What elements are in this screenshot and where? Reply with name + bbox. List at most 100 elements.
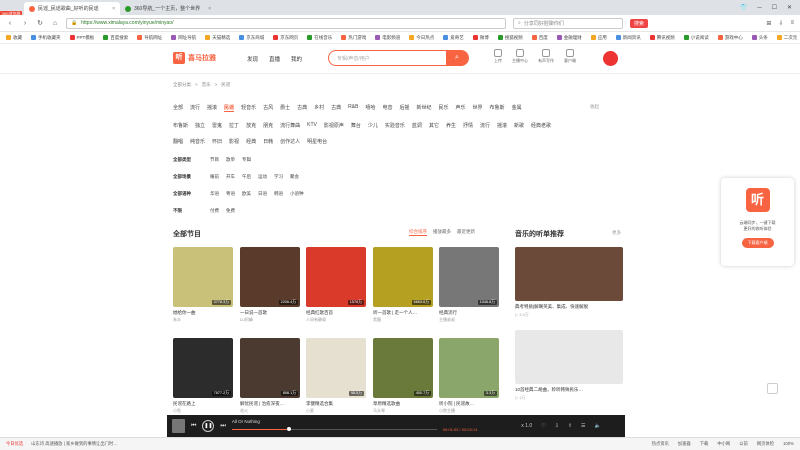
filter-label[interactable]: 全部场景 bbox=[173, 174, 203, 180]
category-item[interactable]: 民乐 bbox=[439, 104, 449, 112]
progress-handle[interactable] bbox=[287, 427, 292, 431]
album-author[interactable]: 小鱼 bbox=[173, 408, 233, 414]
bookmark-item[interactable]: 今日热点 bbox=[409, 35, 434, 41]
filter-option[interactable]: 睡前 bbox=[210, 174, 219, 180]
recommend-more-link[interactable]: 更多 bbox=[612, 230, 621, 236]
category-item[interactable]: 舞台 bbox=[351, 122, 361, 129]
recommend-cover[interactable] bbox=[515, 330, 623, 384]
filter-option[interactable]: 聚会 bbox=[290, 174, 299, 180]
collapse-link[interactable]: 收起 bbox=[590, 104, 599, 110]
filter-option[interactable]: 免费 bbox=[226, 208, 235, 214]
sort-tab[interactable]: 最近更新 bbox=[457, 229, 475, 236]
back-icon[interactable]: ‹ bbox=[6, 20, 14, 27]
filter-option[interactable]: 韩语 bbox=[274, 191, 283, 197]
bookmark-item[interactable]: 网址导航 bbox=[171, 35, 196, 41]
category-item[interactable]: 新世纪 bbox=[416, 104, 431, 112]
home-icon[interactable]: ⌂ bbox=[51, 20, 59, 27]
breadcrumb-item[interactable]: 音乐 bbox=[202, 82, 211, 88]
browser-search-input[interactable]: ⌕ 分享同好腔聊你们 bbox=[513, 17, 623, 29]
category-item[interactable]: 少儿 bbox=[368, 122, 378, 129]
category-item[interactable]: 流行舞曲 bbox=[280, 122, 300, 129]
album-card[interactable]: 1576万 经典红歌百首 人间有静阁 bbox=[306, 247, 366, 323]
album-card[interactable]: 7677.2万民谣在路上 小鱼 bbox=[173, 338, 233, 414]
extension-icon[interactable]: ⊞ bbox=[766, 20, 771, 27]
album-title[interactable]: 经典流行 bbox=[439, 310, 499, 316]
bookmark-item[interactable]: 手机收藏夹 bbox=[31, 35, 61, 41]
category-item[interactable]: 摇滚 bbox=[497, 122, 507, 129]
album-card[interactable]: 1046.8万 经典流行 主播叔叔 bbox=[439, 247, 499, 323]
pause-button[interactable]: ❚❚ bbox=[202, 420, 215, 432]
recommend-cover[interactable] bbox=[515, 247, 623, 301]
recommend-card[interactable]: 典考特质|解嘲英美、集成、快速解脱 ▷ 3.9万 bbox=[515, 247, 623, 318]
bookmark-item[interactable]: 导航网址 bbox=[137, 35, 162, 41]
bookmark-item[interactable]: 百度 bbox=[531, 35, 548, 41]
bookmark-item[interactable]: 应用 bbox=[590, 35, 607, 41]
album-author[interactable]: 小院主播 bbox=[439, 408, 499, 414]
category-item[interactable]: 实验音乐 bbox=[385, 122, 405, 129]
album-card[interactable]: 3.3万 听小院 | 民谣故… 小院主播 bbox=[439, 338, 499, 414]
album-cover[interactable]: 7677.2万 bbox=[173, 338, 233, 398]
category-item[interactable]: 影视原声 bbox=[324, 122, 344, 129]
category-item[interactable]: 翻唱 bbox=[173, 138, 183, 145]
category-item[interactable]: 乡村 bbox=[314, 104, 324, 112]
nav-item[interactable]: 我的 bbox=[291, 55, 302, 63]
filter-option[interactable]: 午后 bbox=[242, 174, 251, 180]
status-item[interactable]: 热点资讯 bbox=[652, 441, 669, 447]
category-item[interactable]: 影视 bbox=[229, 138, 239, 145]
album-title[interactable]: 她给你一曲 bbox=[173, 310, 233, 316]
filter-option[interactable]: 粤语 bbox=[226, 191, 235, 197]
bookmark-item[interactable]: 头条 bbox=[751, 35, 768, 41]
bookmark-item[interactable]: 热门游戏 bbox=[341, 35, 366, 41]
category-item[interactable]: 世界 bbox=[473, 104, 483, 112]
filter-label[interactable]: 全部语种 bbox=[173, 191, 203, 197]
breadcrumb-item[interactable]: 民谣 bbox=[221, 82, 230, 88]
bookmark-item[interactable]: 电影频道 bbox=[375, 35, 400, 41]
filter-option[interactable]: 华语 bbox=[210, 191, 219, 197]
category-item[interactable]: 流行 bbox=[190, 104, 200, 112]
share-icon[interactable]: ⇪ bbox=[568, 423, 572, 429]
bookmark-item[interactable]: 京东网页 bbox=[273, 35, 298, 41]
bookmark-item[interactable]: 收藏 bbox=[6, 35, 22, 41]
minimize-icon[interactable]: ─ bbox=[757, 5, 761, 11]
album-title[interactable]: 草原精选歌曲 bbox=[373, 401, 433, 407]
album-cover[interactable]: 450.7万 bbox=[373, 338, 433, 398]
filter-option[interactable]: 小语种 bbox=[290, 191, 304, 197]
nav-item[interactable]: 发现 bbox=[247, 55, 258, 63]
next-icon[interactable]: ⏭ bbox=[220, 423, 225, 430]
speed-control[interactable]: x 1.0 bbox=[521, 423, 532, 429]
refresh-icon[interactable]: ↻ bbox=[36, 19, 44, 27]
category-item[interactable]: 朋克 bbox=[263, 122, 273, 129]
recommend-title[interactable]: 10首经典二胡曲，聆听韩殊民乐… bbox=[515, 387, 623, 393]
recommend-title[interactable]: 典考特质|解嘲英美、集成、快速解脱 bbox=[515, 304, 623, 310]
album-cover[interactable]: 3.3万 bbox=[439, 338, 499, 398]
bookmark-item[interactable]: 搜狐视频 bbox=[497, 35, 523, 41]
bookmark-item[interactable]: 京东商城 bbox=[239, 35, 264, 41]
album-author[interactable]: DJ阿峰 bbox=[240, 317, 300, 323]
category-item[interactable]: 流行 bbox=[480, 122, 490, 129]
tab-close-icon[interactable]: × bbox=[208, 6, 211, 12]
address-bar[interactable]: 🔒 https://www.ximalaya.com/yinyue/minyao… bbox=[66, 17, 506, 29]
filter-option[interactable]: 付费 bbox=[210, 208, 219, 214]
album-author[interactable]: 朱丰 bbox=[173, 317, 233, 323]
category-item[interactable]: 摇滚 bbox=[207, 104, 217, 112]
status-item[interactable]: 中小网 bbox=[717, 441, 730, 447]
filter-option[interactable]: 学习 bbox=[274, 174, 283, 180]
bookmark-item[interactable]: 爱奇艺 bbox=[443, 35, 464, 41]
album-cover[interactable]: 3778.3万 bbox=[173, 247, 233, 307]
filter-label[interactable]: 全部类型 bbox=[173, 157, 203, 163]
album-author[interactable]: 马头琴 bbox=[373, 408, 433, 414]
category-item[interactable]: 声乐 bbox=[456, 104, 466, 112]
filter-option[interactable]: 节目 bbox=[210, 157, 219, 163]
filter-option[interactable]: 欧美 bbox=[242, 191, 251, 197]
category-item[interactable]: 民谣 bbox=[224, 104, 235, 112]
category-item[interactable]: 独立 bbox=[195, 122, 205, 129]
bookmark-item[interactable]: 腾讯视频 bbox=[649, 35, 675, 41]
album-title[interactable]: 一日说一首歌 bbox=[240, 310, 300, 316]
category-item[interactable]: 嘻哈 bbox=[365, 104, 375, 112]
category-item[interactable]: 经典老歌 bbox=[531, 122, 551, 129]
category-item[interactable]: 纯音乐 bbox=[190, 138, 205, 145]
album-title[interactable]: 民谣在路上 bbox=[173, 401, 233, 407]
album-title[interactable]: 听一首歌 | 走一个人… bbox=[373, 310, 433, 316]
album-title[interactable]: 解忧民谣 | 治愈深夜… bbox=[240, 401, 300, 407]
header-tool[interactable]: 主播中心 bbox=[512, 49, 528, 64]
